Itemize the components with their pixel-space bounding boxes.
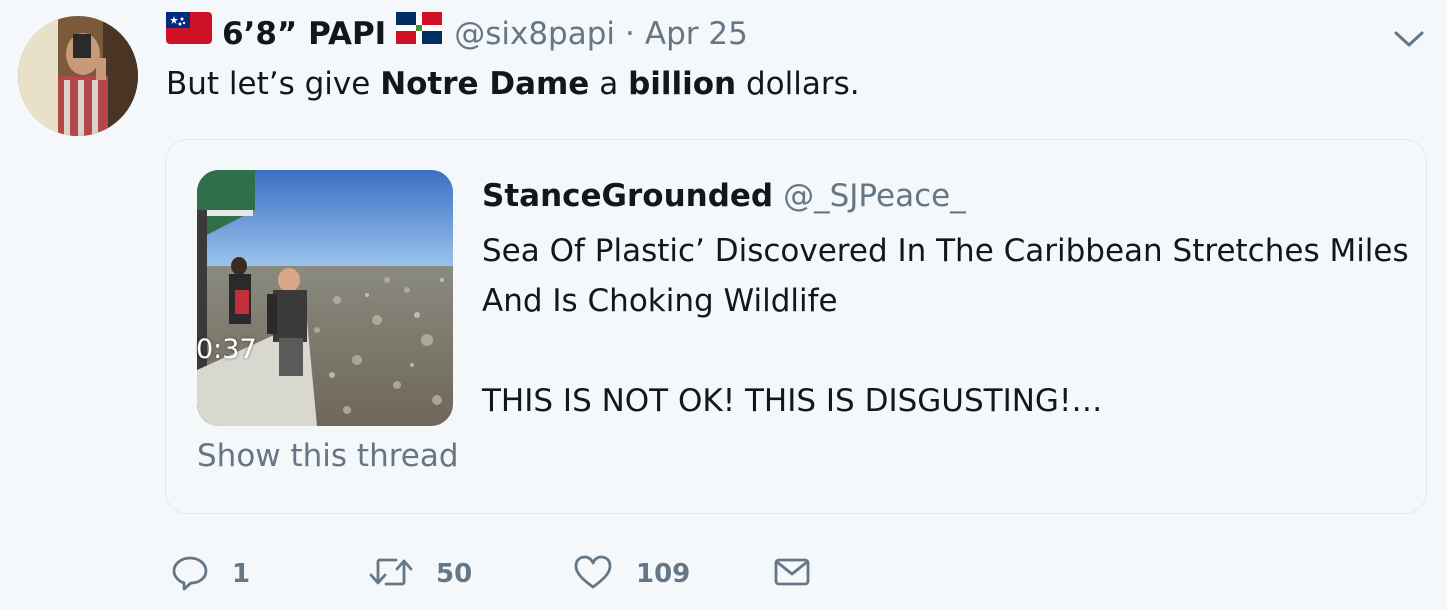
quoted-user-handle[interactable]: @_SJPeace_ [783, 178, 966, 214]
tweet-text-part: a [589, 66, 629, 102]
quoted-tweet[interactable]: 0:37 StanceGrounded @_SJPeace_ Sea Of Pla… [165, 139, 1427, 514]
retweet-button[interactable]: 50 [368, 548, 472, 600]
quoted-text-spacer [482, 326, 1412, 376]
tweet-text-bold: billion [628, 66, 737, 102]
quoted-text-line: Sea Of Plastic’ Discovered In The Caribb… [482, 233, 1409, 269]
tweet-actions: 1 50 109 [170, 548, 870, 600]
reply-icon [170, 552, 210, 596]
tweet-text: But let’s give Notre Dame a billion doll… [166, 62, 860, 106]
like-button[interactable]: 109 [572, 548, 690, 600]
quoted-tweet-header: StanceGrounded @_SJPeace_ [482, 178, 966, 214]
video-duration: 0:37 [196, 334, 257, 365]
dominican-republic-flag-icon [396, 12, 443, 52]
direct-message-button[interactable] [772, 548, 812, 600]
tweet-date[interactable]: Apr 25 [645, 16, 748, 52]
quoted-display-name[interactable]: StanceGrounded [482, 178, 773, 214]
tweet-text-part: But let’s give [166, 66, 381, 102]
quoted-text-line: And Is Choking Wildlife [482, 283, 838, 319]
tweet-text-part: dollars. [736, 66, 860, 102]
avatar[interactable] [18, 16, 138, 136]
retweet-count: 50 [436, 559, 473, 589]
chevron-down-icon[interactable] [1392, 28, 1426, 50]
like-count: 109 [636, 559, 691, 589]
show-thread-link[interactable]: Show this thread [197, 438, 459, 474]
header-separator: · [625, 16, 635, 52]
quoted-tweet-text: Sea Of Plastic’ Discovered In The Caribb… [482, 226, 1412, 426]
retweet-icon [368, 552, 414, 596]
reply-count: 1 [232, 559, 251, 589]
tweet-header: 6’8” PAPI @six8papi · Apr 25 [166, 12, 748, 56]
user-handle[interactable]: @six8papi [454, 16, 615, 52]
tweet-text-bold: Notre Dame [380, 66, 590, 102]
video-thumbnail[interactable] [197, 170, 453, 426]
quoted-text-line: THIS IS NOT OK! THIS IS DISGUSTING!… [482, 383, 1103, 419]
tweet[interactable]: 6’8” PAPI @six8papi · Apr 25 But let’s g… [0, 0, 1446, 610]
samoa-flag-icon [166, 12, 212, 52]
like-icon [572, 552, 614, 596]
display-name[interactable]: 6’8” PAPI [222, 16, 386, 52]
direct-message-icon [772, 552, 812, 596]
reply-button[interactable]: 1 [170, 548, 250, 600]
